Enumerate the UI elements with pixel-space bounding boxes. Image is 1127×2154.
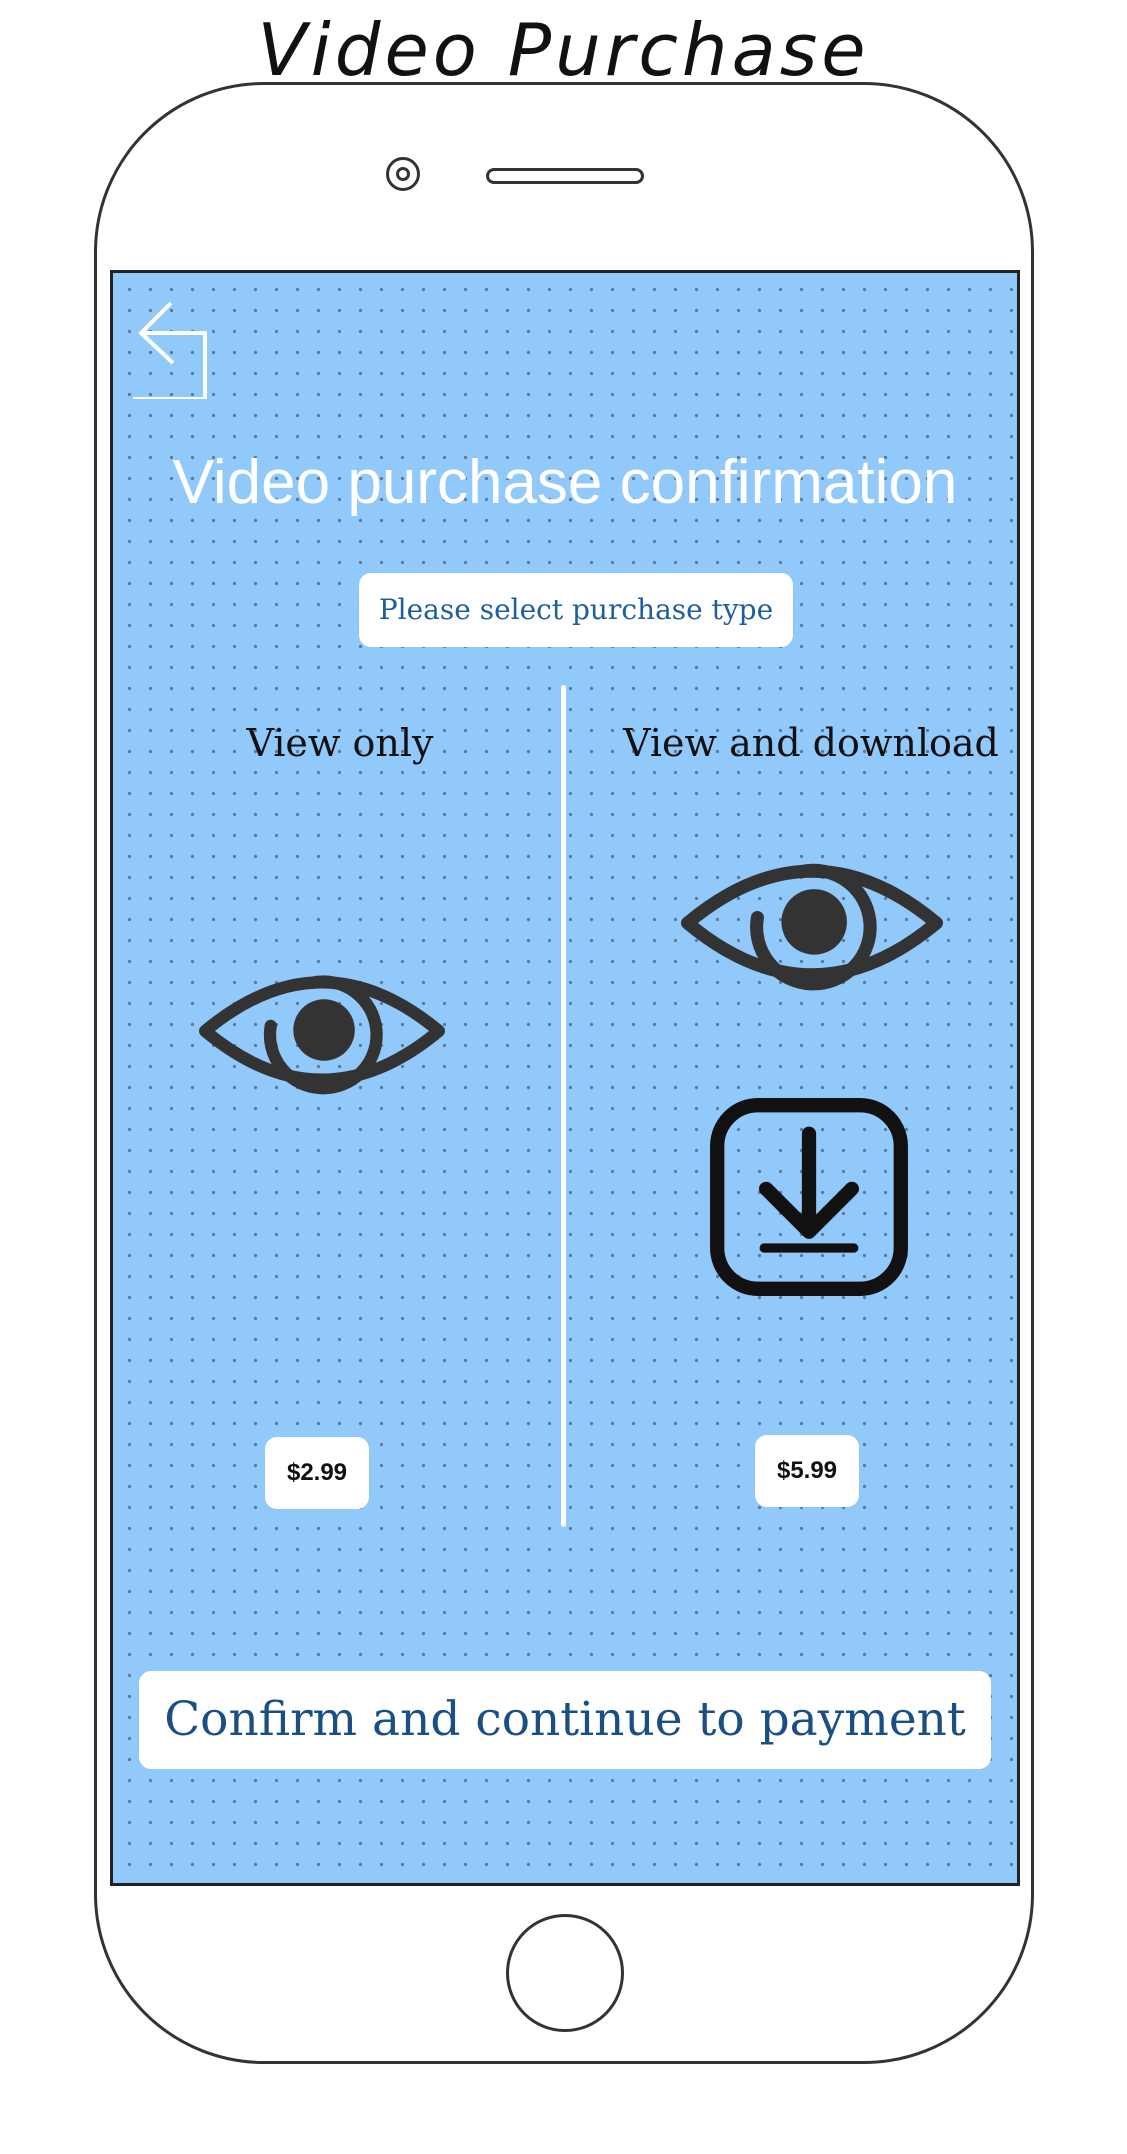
phone-screen: Video purchase confirmation Please selec… [110, 270, 1020, 1886]
download-icon [710, 1098, 908, 1296]
eye-icon [681, 863, 943, 991]
option-divider [561, 685, 566, 1527]
speaker-grille [486, 168, 644, 184]
view-only-price[interactable]: $2.99 [265, 1437, 369, 1509]
purchase-type-prompt: Please select purchase type [359, 573, 793, 647]
view-download-price[interactable]: $5.99 [755, 1435, 859, 1507]
back-arrow-icon[interactable] [133, 297, 213, 399]
option-view-only-label: View only [246, 721, 434, 765]
confirm-payment-button[interactable]: Confirm and continue to payment [139, 1671, 991, 1769]
screen-title: Video purchase confirmation [172, 448, 958, 517]
camera-icon [386, 157, 420, 191]
eye-icon [199, 975, 445, 1095]
home-button[interactable] [506, 1914, 624, 2032]
option-view-download-label: View and download [623, 721, 999, 765]
